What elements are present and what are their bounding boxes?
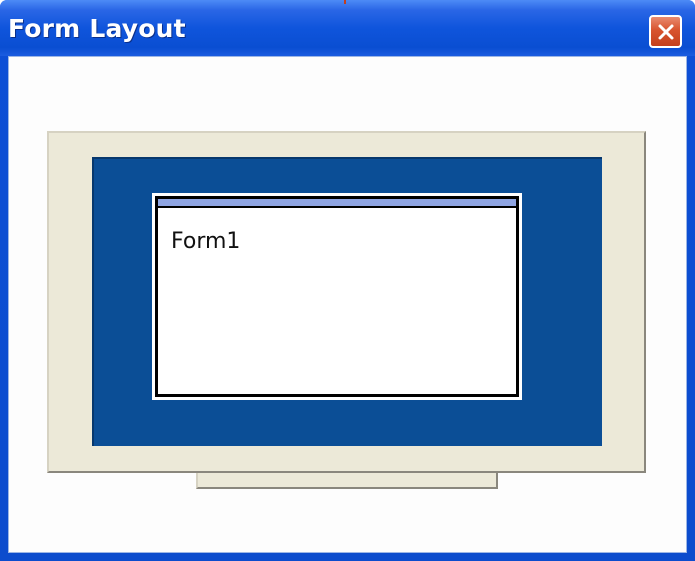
title-bar[interactable]: Form Layout (0, 0, 695, 56)
window-title: Form Layout (8, 14, 186, 43)
top-edge-mark (344, 0, 346, 4)
monitor-stand (196, 473, 498, 489)
form-layout-window: Form Layout Form1 (0, 0, 695, 561)
close-icon (656, 22, 676, 42)
form-preview-titlebar (158, 199, 516, 208)
form-caption: Form1 (171, 229, 241, 254)
form-preview[interactable]: Form1 (152, 193, 522, 400)
close-button[interactable] (649, 15, 682, 48)
